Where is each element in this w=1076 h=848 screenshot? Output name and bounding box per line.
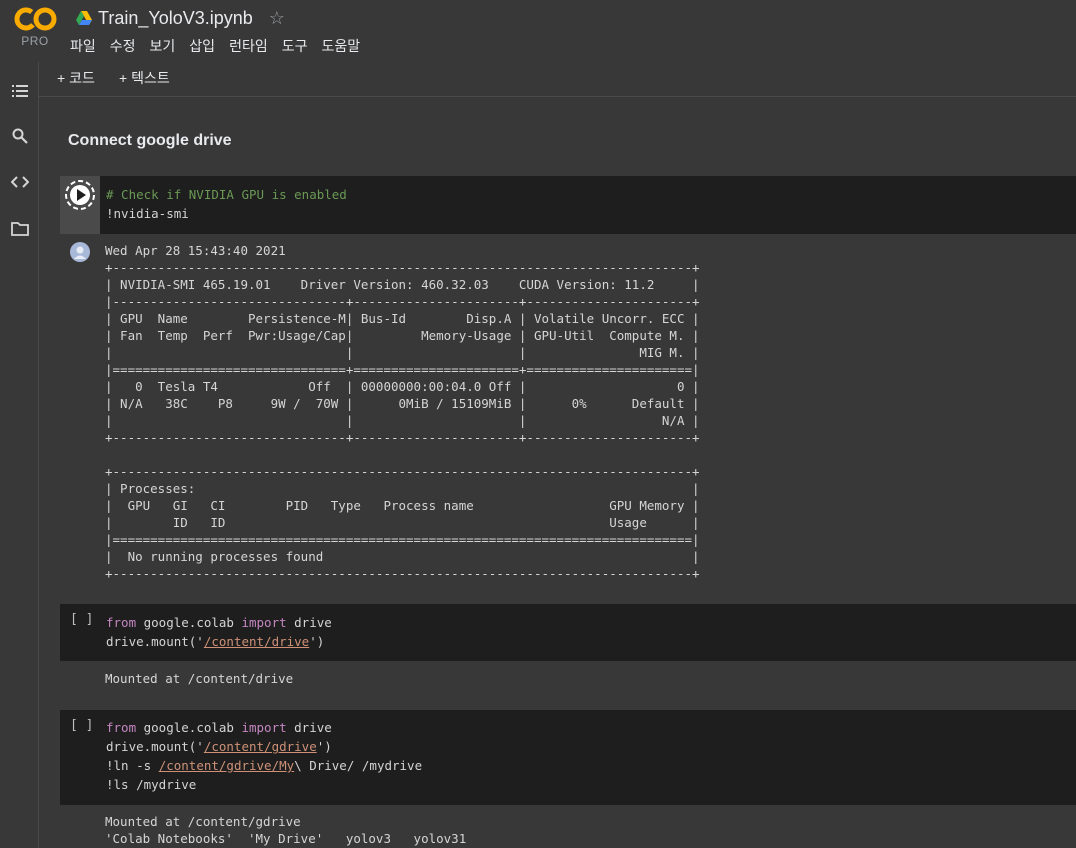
code-token: drive.mount(' — [106, 634, 204, 649]
output-line: | 0 Tesla T4 Off | 00000000:00:04.0 Off … — [105, 379, 700, 394]
output-line: | GPU GI CI PID Type Process name GPU Me… — [105, 498, 700, 513]
menu-insert[interactable]: 삽입 — [189, 36, 215, 56]
menu-tools[interactable]: 도구 — [282, 36, 308, 56]
code-string: /content/drive — [203, 634, 310, 649]
kw-from: from — [106, 720, 137, 735]
code-token: drive — [286, 615, 332, 630]
output-avatar-icon — [70, 242, 90, 262]
code-token: !ln -s — [106, 758, 159, 773]
colab-logo[interactable]: PRO — [12, 6, 58, 50]
code-token: \ Drive/ /mydrive — [294, 758, 423, 773]
output-line: +---------------------------------------… — [105, 260, 700, 275]
code-snippets-icon[interactable] — [11, 173, 29, 191]
kw-import: import — [241, 615, 287, 630]
output-line: +-------------------------------+-------… — [105, 430, 700, 445]
gdrive-output: Mounted at /content/gdrive 'Colab Notebo… — [105, 813, 466, 847]
code-comment: # Check if NVIDIA GPU is enabled — [106, 187, 347, 202]
code-token: ') — [316, 739, 332, 754]
section-heading: Connect google drive — [68, 132, 232, 149]
code-cell-mount-gdrive[interactable]: [ ] from google.colab import drive drive… — [60, 710, 1076, 805]
code-line: !nvidia-smi — [106, 206, 189, 221]
code-text[interactable]: # Check if NVIDIA GPU is enabled !nvidia… — [106, 185, 347, 223]
output-line: | GPU Name Persistence-M| Bus-Id Disp.A … — [105, 311, 700, 326]
code-cell-nvidia[interactable]: # Check if NVIDIA GPU is enabled !nvidia… — [60, 176, 1076, 234]
code-string: /content/gdrive/My — [158, 758, 295, 773]
output-line: Mounted at /content/gdrive — [105, 814, 301, 829]
output-line: |-------------------------------+-------… — [105, 294, 700, 309]
output-line: | No running processes found | — [105, 549, 700, 564]
output-line: | N/A 38C P8 9W / 70W | 0MiB / 15109MiB … — [105, 396, 700, 411]
cell-run-bracket[interactable]: [ ] — [70, 718, 93, 733]
output-line: +---------------------------------------… — [105, 464, 700, 479]
menubar: 파일 수정 보기 삽입 런타임 도구 도움말 — [70, 36, 374, 56]
code-cell-mount-drive[interactable]: [ ] from google.colab import drive drive… — [60, 604, 1076, 661]
star-icon[interactable]: ☆ — [269, 8, 285, 29]
output-line: +---------------------------------------… — [105, 566, 700, 581]
header: PRO Train_YoloV3.ipynb ☆ 파일 수정 보기 삽입 런타임… — [0, 0, 1076, 62]
code-text[interactable]: from google.colab import drive drive.mou… — [106, 718, 422, 794]
output-line: Wed Apr 28 15:43:40 2021 — [105, 243, 286, 258]
nvidia-smi-output: Wed Apr 28 15:43:40 2021 +---------------… — [105, 242, 700, 582]
code-token: drive.mount(' — [106, 739, 204, 754]
menu-edit[interactable]: 수정 — [110, 36, 136, 56]
search-icon[interactable] — [11, 127, 29, 145]
output-line: | | | MIG M. | — [105, 345, 700, 360]
code-token: !ls /mydrive — [106, 777, 197, 792]
code-string: /content/gdrive — [203, 739, 317, 754]
output-line: | Processes: | — [105, 481, 700, 496]
mount-output: Mounted at /content/drive — [105, 671, 294, 686]
pro-label: PRO — [21, 34, 49, 48]
output-line: | Fan Temp Perf Pwr:Usage/Cap| Memory-Us… — [105, 328, 700, 343]
output-line: | NVIDIA-SMI 465.19.01 Driver Version: 4… — [105, 277, 700, 292]
cell-run-bracket[interactable]: [ ] — [70, 612, 93, 627]
toolbar: + 코드 + 텍스트 — [39, 62, 1076, 97]
menu-file[interactable]: 파일 — [70, 36, 96, 56]
code-token: ') — [309, 634, 325, 649]
colab-logo-icon — [14, 7, 57, 31]
kw-from: from — [106, 615, 137, 630]
output-line: |===============================+=======… — [105, 362, 700, 377]
menu-help[interactable]: 도움말 — [321, 36, 360, 56]
code-text[interactable]: from google.colab import drive drive.mou… — [106, 613, 332, 651]
output-line: |=======================================… — [105, 532, 700, 547]
toc-icon[interactable] — [11, 82, 29, 100]
add-text-button[interactable]: + 텍스트 — [119, 68, 170, 88]
run-cell-icon[interactable] — [64, 179, 96, 211]
left-rail — [0, 62, 39, 848]
google-drive-icon — [76, 11, 92, 25]
code-token: drive — [286, 720, 332, 735]
folder-icon[interactable] — [11, 220, 29, 238]
output-line: | ID ID Usage | — [105, 515, 700, 530]
menu-runtime[interactable]: 런타임 — [229, 36, 268, 56]
output-line: | | | N/A | — [105, 413, 700, 428]
notebook-title[interactable]: Train_YoloV3.ipynb — [98, 8, 253, 29]
code-token: google.colab — [136, 720, 242, 735]
output-line: 'Colab Notebooks' 'My Drive' yolov3 yolo… — [105, 831, 467, 846]
add-code-button[interactable]: + 코드 — [57, 68, 95, 88]
code-token: google.colab — [136, 615, 242, 630]
title-row: Train_YoloV3.ipynb ☆ — [76, 6, 285, 30]
menu-view[interactable]: 보기 — [150, 36, 176, 56]
kw-import: import — [241, 720, 287, 735]
